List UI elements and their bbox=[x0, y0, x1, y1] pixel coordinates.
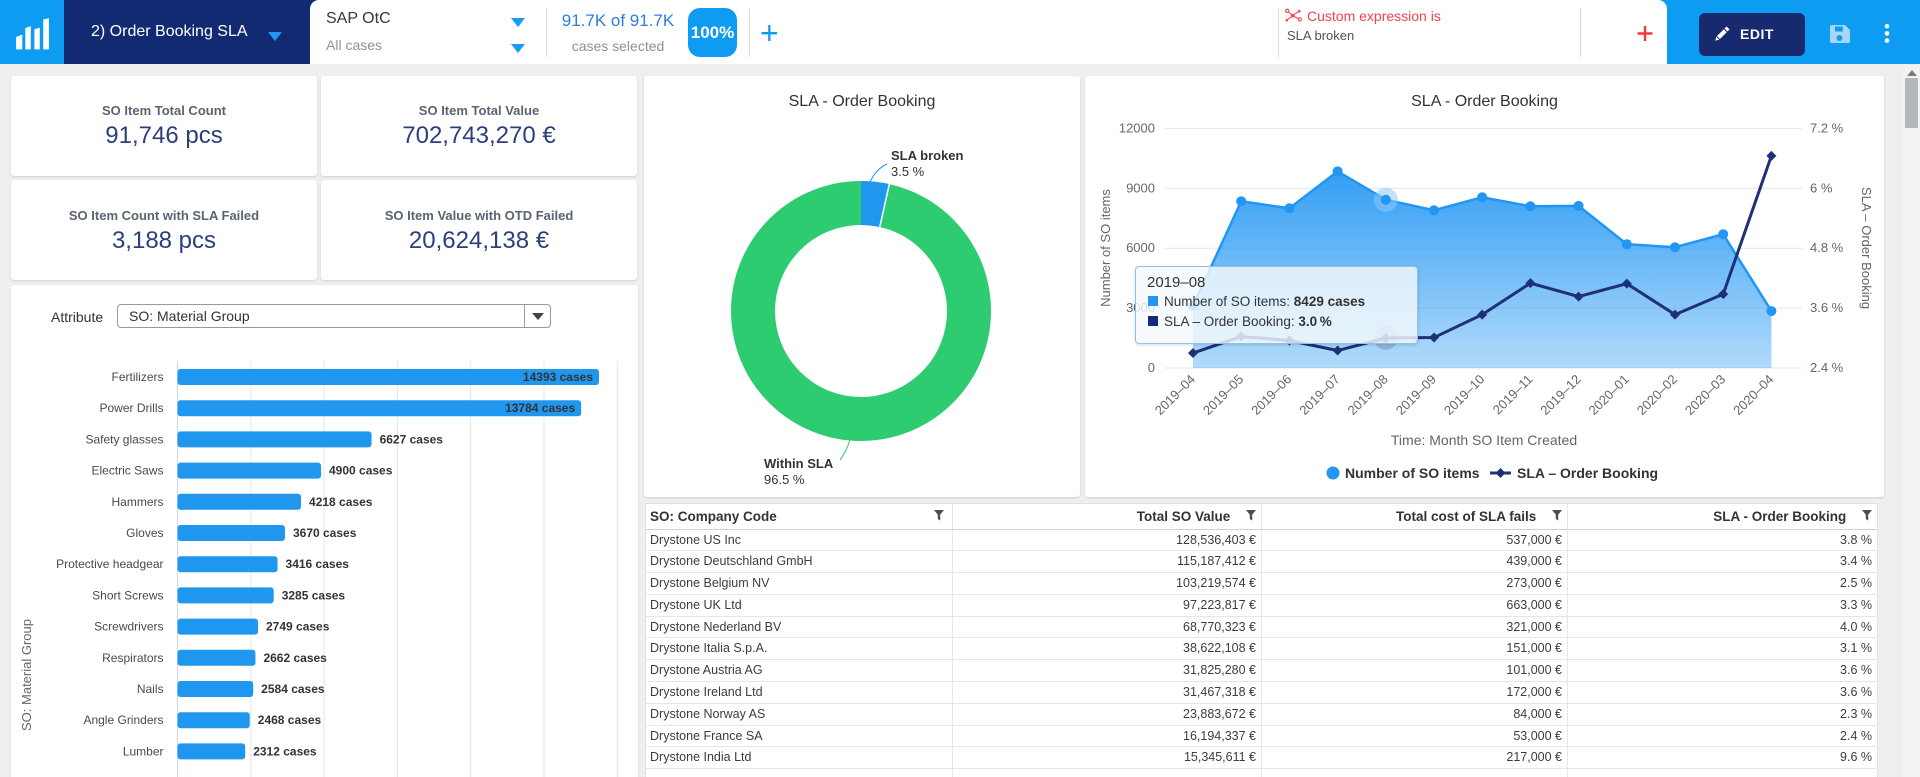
svg-text:Electric Saws: Electric Saws bbox=[91, 464, 163, 478]
svg-text:2019–05: 2019–05 bbox=[1200, 372, 1246, 418]
svg-text:SLA – Order Booking: SLA – Order Booking bbox=[1859, 187, 1874, 309]
svg-text:13784 cases: 13784 cases bbox=[505, 401, 575, 415]
svg-text:SO: Material Group: SO: Material Group bbox=[19, 619, 34, 731]
svg-text:9000: 9000 bbox=[1126, 180, 1155, 195]
svg-text:Short Screws: Short Screws bbox=[92, 588, 163, 602]
svg-text:4218 cases: 4218 cases bbox=[309, 495, 373, 509]
svg-text:Gloves: Gloves bbox=[126, 526, 163, 540]
svg-text:2019–12: 2019–12 bbox=[1537, 372, 1583, 418]
svg-text:6627 cases: 6627 cases bbox=[380, 432, 444, 446]
svg-text:3.6 %: 3.6 % bbox=[1810, 300, 1844, 315]
svg-text:2019–11: 2019–11 bbox=[1490, 372, 1536, 418]
svg-text:Angle Grinders: Angle Grinders bbox=[83, 713, 163, 727]
svg-text:Safety glasses: Safety glasses bbox=[85, 432, 163, 446]
svg-text:7.2 %: 7.2 % bbox=[1810, 120, 1844, 135]
svg-text:Number of SO items: Number of SO items bbox=[1098, 189, 1113, 307]
svg-text:3285 cases: 3285 cases bbox=[282, 588, 346, 602]
svg-text:2019–06: 2019–06 bbox=[1248, 372, 1294, 418]
svg-text:6 %: 6 % bbox=[1810, 180, 1833, 195]
svg-text:2020–01: 2020–01 bbox=[1586, 372, 1632, 418]
svg-text:2019–08: 2019–08 bbox=[1345, 372, 1391, 418]
svg-text:2312 cases: 2312 cases bbox=[253, 744, 317, 758]
svg-text:Hammers: Hammers bbox=[111, 495, 163, 509]
svg-text:Number of SO items: Number of SO items bbox=[1345, 465, 1480, 481]
svg-text:SLA broken: SLA broken bbox=[891, 148, 964, 163]
svg-text:2020–04: 2020–04 bbox=[1730, 372, 1776, 418]
svg-text:2019–07: 2019–07 bbox=[1296, 372, 1342, 418]
svg-text:2749 cases: 2749 cases bbox=[266, 620, 330, 634]
svg-text:6000: 6000 bbox=[1126, 240, 1155, 255]
svg-text:Lumber: Lumber bbox=[123, 744, 164, 758]
svg-text:0: 0 bbox=[1148, 360, 1155, 375]
svg-text:3670 cases: 3670 cases bbox=[293, 526, 357, 540]
svg-text:2584 cases: 2584 cases bbox=[261, 682, 325, 696]
svg-text:2019–04: 2019–04 bbox=[1152, 372, 1198, 418]
svg-text:4.8 %: 4.8 % bbox=[1810, 240, 1844, 255]
svg-text:96.5 %: 96.5 % bbox=[764, 472, 805, 487]
svg-text:Respirators: Respirators bbox=[102, 651, 163, 665]
svg-text:2468 cases: 2468 cases bbox=[258, 713, 322, 727]
svg-text:2662 cases: 2662 cases bbox=[263, 651, 327, 665]
svg-text:12000: 12000 bbox=[1119, 120, 1155, 135]
svg-text:SLA – Order Booking: SLA – Order Booking bbox=[1517, 465, 1658, 481]
svg-text:3.5 %: 3.5 % bbox=[891, 164, 925, 179]
svg-text:2020–02: 2020–02 bbox=[1634, 372, 1680, 418]
svg-text:Within SLA: Within SLA bbox=[764, 456, 834, 471]
svg-text:4900 cases: 4900 cases bbox=[329, 464, 393, 478]
svg-text:3416 cases: 3416 cases bbox=[286, 557, 350, 571]
svg-text:2.4 %: 2.4 % bbox=[1810, 360, 1844, 375]
svg-text:2019–09: 2019–09 bbox=[1393, 372, 1439, 418]
svg-text:Fertilizers: Fertilizers bbox=[111, 370, 163, 384]
svg-text:Protective headgear: Protective headgear bbox=[56, 557, 163, 571]
svg-text:Nails: Nails bbox=[137, 682, 164, 696]
svg-text:14393 cases: 14393 cases bbox=[523, 370, 593, 384]
svg-text:Power Drills: Power Drills bbox=[99, 401, 163, 415]
svg-text:2019–10: 2019–10 bbox=[1441, 372, 1487, 418]
svg-text:Time: Month SO Item Created: Time: Month SO Item Created bbox=[1391, 432, 1577, 448]
svg-text:Screwdrivers: Screwdrivers bbox=[94, 620, 163, 634]
svg-text:2020–03: 2020–03 bbox=[1682, 372, 1728, 418]
